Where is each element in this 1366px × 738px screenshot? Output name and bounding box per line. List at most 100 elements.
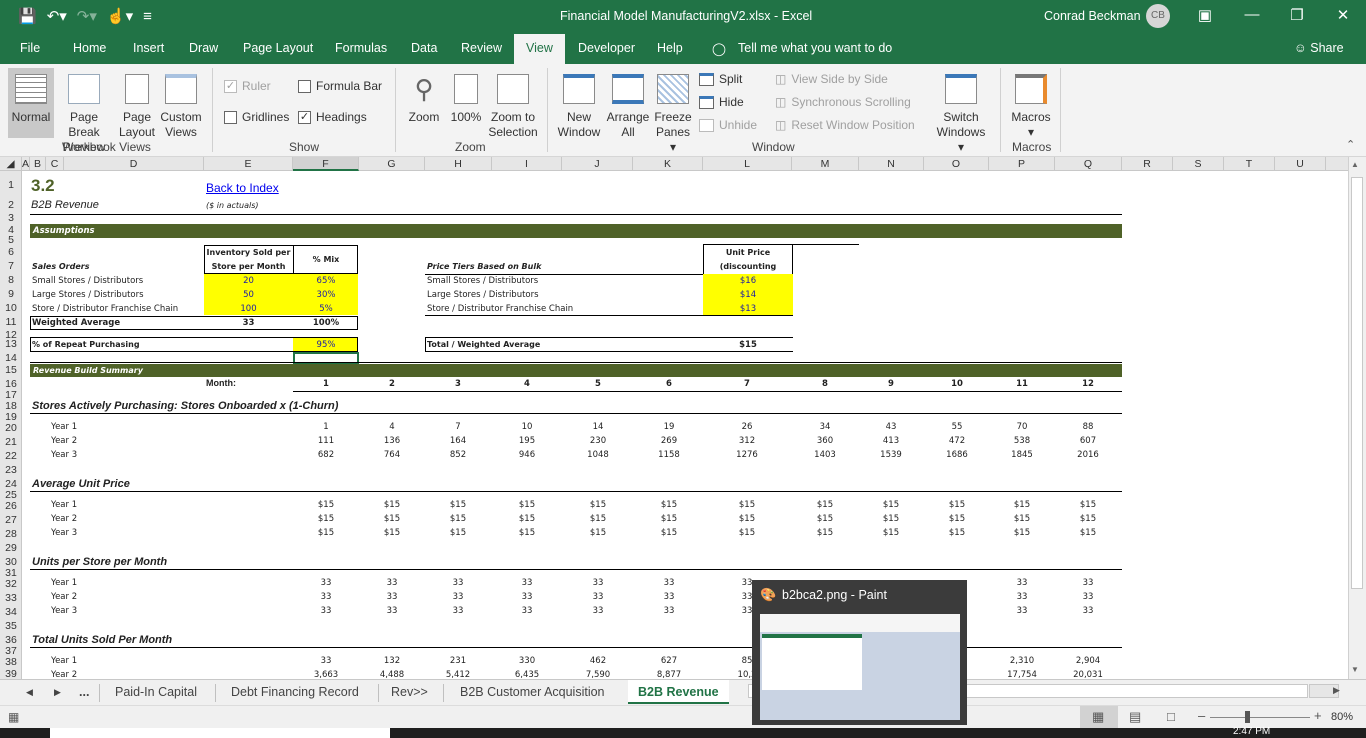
view-side-by-side-button[interactable]: ◫ View Side by Side <box>775 72 888 86</box>
unit-price-value[interactable]: $14 <box>703 290 793 300</box>
row-header[interactable]: 32 <box>0 578 22 590</box>
row-header[interactable]: 34 <box>0 606 22 618</box>
close-icon[interactable]: ✕ <box>1328 6 1358 24</box>
switch-windows-button[interactable]: Switch Windows ▾ <box>932 68 990 155</box>
data-cell[interactable]: 2,310 <box>997 656 1047 666</box>
data-cell[interactable]: 312 <box>722 436 772 446</box>
data-cell[interactable]: $15 <box>1063 514 1113 524</box>
data-cell[interactable]: 1403 <box>800 450 850 460</box>
data-cell[interactable]: 33 <box>367 592 417 602</box>
data-cell[interactable]: 33 <box>301 606 351 616</box>
data-cell[interactable]: 6,435 <box>502 670 552 679</box>
data-cell[interactable]: $15 <box>800 528 850 538</box>
data-cell[interactable]: $15 <box>800 514 850 524</box>
data-cell[interactable]: 627 <box>644 656 694 666</box>
data-cell[interactable]: 33 <box>644 578 694 588</box>
data-cell[interactable]: $15 <box>1063 500 1113 510</box>
data-cell[interactable]: $15 <box>932 500 982 510</box>
data-cell[interactable]: $15 <box>722 500 772 510</box>
data-cell[interactable]: 33 <box>644 592 694 602</box>
inventory-value[interactable]: 50 <box>204 290 293 300</box>
normal-view-button[interactable]: Normal <box>8 68 54 138</box>
sheet-tab-paid-in-capital[interactable]: Paid-In Capital <box>115 685 197 699</box>
touch-mode-icon[interactable]: ☝▾ <box>107 7 133 25</box>
data-cell[interactable]: 1276 <box>722 450 772 460</box>
unit-price-value[interactable]: $13 <box>703 304 793 314</box>
data-cell[interactable]: 33 <box>301 656 351 666</box>
data-cell[interactable]: 538 <box>997 436 1047 446</box>
column-header[interactable]: L <box>703 157 792 171</box>
scroll-down-icon[interactable]: ▼ <box>1351 665 1359 674</box>
row-header[interactable]: 26 <box>0 500 22 512</box>
data-cell[interactable]: $15 <box>644 514 694 524</box>
data-cell[interactable]: 33 <box>1063 578 1113 588</box>
column-header[interactable]: H <box>425 157 492 171</box>
row-header[interactable]: 9 <box>0 288 22 300</box>
data-cell[interactable]: 1686 <box>932 450 982 460</box>
mix-value[interactable]: 30% <box>293 290 359 300</box>
row-header[interactable]: 3 <box>0 212 22 224</box>
tab-home[interactable]: Home <box>73 41 106 55</box>
data-cell[interactable]: 33 <box>502 592 552 602</box>
row-header[interactable]: 7 <box>0 260 22 272</box>
data-cell[interactable]: 33 <box>997 592 1047 602</box>
restore-icon[interactable]: ❐ <box>1282 6 1312 24</box>
column-header[interactable]: U <box>1275 157 1326 171</box>
data-cell[interactable]: $15 <box>433 500 483 510</box>
data-cell[interactable]: 1 <box>301 422 351 432</box>
row-header[interactable]: 21 <box>0 436 22 448</box>
data-cell[interactable]: 1539 <box>866 450 916 460</box>
row-header[interactable]: 20 <box>0 422 22 434</box>
data-cell[interactable]: 1845 <box>997 450 1047 460</box>
data-cell[interactable]: 7,590 <box>573 670 623 679</box>
data-cell[interactable]: 462 <box>573 656 623 666</box>
data-cell[interactable]: $15 <box>997 514 1047 524</box>
data-cell[interactable]: $15 <box>573 500 623 510</box>
data-cell[interactable]: 946 <box>502 450 552 460</box>
row-header[interactable]: 10 <box>0 302 22 314</box>
data-cell[interactable]: 472 <box>932 436 982 446</box>
data-cell[interactable]: 1158 <box>644 450 694 460</box>
sheet-tab-debt-financing-record[interactable]: Debt Financing Record <box>231 685 359 699</box>
data-cell[interactable]: $15 <box>573 514 623 524</box>
back-to-index-link[interactable]: Back to Index <box>206 181 279 195</box>
data-cell[interactable]: 5,412 <box>433 670 483 679</box>
page-break-view-icon[interactable]: □ <box>1167 709 1175 724</box>
data-cell[interactable]: 3,663 <box>301 670 351 679</box>
data-cell[interactable]: 33 <box>1063 592 1113 602</box>
data-cell[interactable]: $15 <box>367 528 417 538</box>
data-cell[interactable]: 33 <box>301 578 351 588</box>
zoom-slider[interactable] <box>1210 717 1310 718</box>
macros-button[interactable]: Macros ▾ <box>1008 68 1054 140</box>
data-cell[interactable]: $15 <box>800 500 850 510</box>
data-cell[interactable]: $15 <box>573 528 623 538</box>
data-cell[interactable]: $15 <box>301 500 351 510</box>
data-cell[interactable]: 33 <box>433 578 483 588</box>
row-header[interactable]: 29 <box>0 542 22 554</box>
row-header[interactable]: 6 <box>0 246 22 258</box>
data-cell[interactable]: 88 <box>1063 422 1113 432</box>
data-cell[interactable]: $15 <box>644 528 694 538</box>
row-header[interactable]: 2 <box>0 199 22 211</box>
row-header[interactable]: 14 <box>0 352 22 364</box>
sheet-tab-rev[interactable]: Rev>> <box>391 685 428 699</box>
data-cell[interactable]: $15 <box>367 500 417 510</box>
data-cell[interactable]: 231 <box>433 656 483 666</box>
tab-page-layout[interactable]: Page Layout <box>243 41 313 55</box>
column-header[interactable]: O <box>924 157 989 171</box>
zoom-level[interactable]: 80% <box>1331 711 1353 723</box>
data-cell[interactable]: $15 <box>301 514 351 524</box>
row-header[interactable]: 27 <box>0 514 22 526</box>
window-thumbnail[interactable] <box>760 614 960 720</box>
data-cell[interactable]: 682 <box>301 450 351 460</box>
gridlines-checkbox[interactable]: Gridlines <box>224 110 289 124</box>
data-cell[interactable]: $15 <box>866 528 916 538</box>
mix-value[interactable]: 65% <box>293 276 359 286</box>
tell-me-search[interactable]: Tell me what you want to do <box>738 41 892 55</box>
scroll-up-icon[interactable]: ▲ <box>1351 160 1359 169</box>
data-cell[interactable]: 33 <box>433 592 483 602</box>
data-cell[interactable]: 33 <box>367 578 417 588</box>
vertical-scrollbar[interactable]: ▲ ▼ <box>1348 157 1366 679</box>
column-header[interactable]: J <box>562 157 633 171</box>
data-cell[interactable]: $15 <box>502 500 552 510</box>
